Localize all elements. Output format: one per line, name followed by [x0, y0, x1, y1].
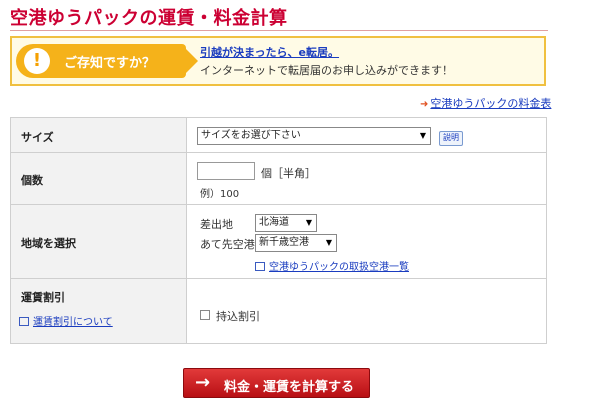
discount-label-cell: 運賃割引 運賃割引について [11, 279, 187, 343]
dest-label: あて先空港 [200, 238, 255, 251]
count-label-cell: 個数 [11, 153, 187, 204]
window-icon [19, 316, 29, 326]
region-row: 地域を選択 差出地 北海道 ▼ あて先空港 新千歳空港 ▼ 空港ゆうパックの取扱… [11, 205, 546, 279]
count-label: 個数 [21, 174, 43, 187]
dropdown-caret-icon: ▼ [325, 238, 332, 247]
calculate-button-label: 料金・運賃を計算する [224, 380, 355, 395]
origin-select-value: 北海道 [259, 217, 289, 228]
airports-link[interactable]: 空港ゆうパックの取扱空港一覧 [255, 258, 409, 273]
discount-about-link-label: 運賃割引について [33, 317, 113, 328]
calculate-button[interactable]: → 料金・運賃を計算する [183, 368, 370, 398]
size-select-value: サイズをお選び下さい [201, 130, 301, 141]
notice-banner: ! ご存知ですか？ 引越が決まったら、e転居。 インターネットで転居届のお申し込… [10, 36, 546, 86]
dest-select-value: 新千歳空港 [259, 237, 309, 248]
count-row: 個数 個［半角］ 例）100 [11, 153, 546, 205]
count-input[interactable] [197, 162, 255, 180]
page-title: 空港ゆうパックの運賃・料金計算 [10, 8, 288, 29]
fee-table-link[interactable]: ➜ 空港ゆうパックの料金表 [420, 95, 551, 111]
discount-row: 運賃割引 運賃割引について 持込割引 [11, 279, 546, 343]
origin-label: 差出地 [200, 218, 233, 231]
arrow-right-icon: → [195, 372, 211, 393]
e-tenkyo-link[interactable]: 引越が決まったら、e転居。 [200, 44, 339, 60]
notice-badge: ! ご存知ですか？ [16, 44, 198, 78]
size-select[interactable]: サイズをお選び下さい ▼ [197, 127, 431, 145]
window-icon [255, 261, 265, 271]
size-row: サイズ サイズをお選び下さい ▼ 説明 [11, 118, 546, 153]
airports-link-label: 空港ゆうパックの取扱空港一覧 [269, 262, 409, 273]
size-help-button[interactable]: 説明 [439, 131, 463, 146]
notice-description: インターネットで転居届のお申し込みができます！ [200, 64, 453, 77]
notice-badge-text: ご存知ですか？ [64, 56, 156, 71]
arrow-right-icon: ➜ [420, 99, 429, 110]
dest-airport-select[interactable]: 新千歳空港 ▼ [255, 234, 337, 252]
region-label: 地域を選択 [21, 237, 76, 250]
count-unit: 個［半角］ [261, 167, 316, 180]
dropdown-caret-icon: ▼ [419, 131, 426, 140]
size-label: サイズ [21, 131, 54, 144]
calc-form: サイズ サイズをお選び下さい ▼ 説明 個数 個［半角］ 例）100 地域を選択… [10, 117, 547, 344]
region-label-cell: 地域を選択 [11, 205, 187, 278]
discount-about-link[interactable]: 運賃割引について [19, 313, 113, 328]
size-label-cell: サイズ [11, 118, 187, 152]
dropdown-caret-icon: ▼ [305, 218, 312, 227]
carry-in-discount-checkbox[interactable] [200, 310, 210, 320]
title-divider [10, 30, 548, 31]
discount-label: 運賃割引 [21, 291, 65, 304]
count-example: 例）100 [200, 189, 240, 200]
exclamation-icon: ! [24, 48, 50, 74]
origin-select[interactable]: 北海道 ▼ [255, 214, 317, 232]
fee-table-link-label: 空港ゆうパックの料金表 [430, 97, 552, 110]
carry-in-discount-label: 持込割引 [216, 310, 260, 323]
